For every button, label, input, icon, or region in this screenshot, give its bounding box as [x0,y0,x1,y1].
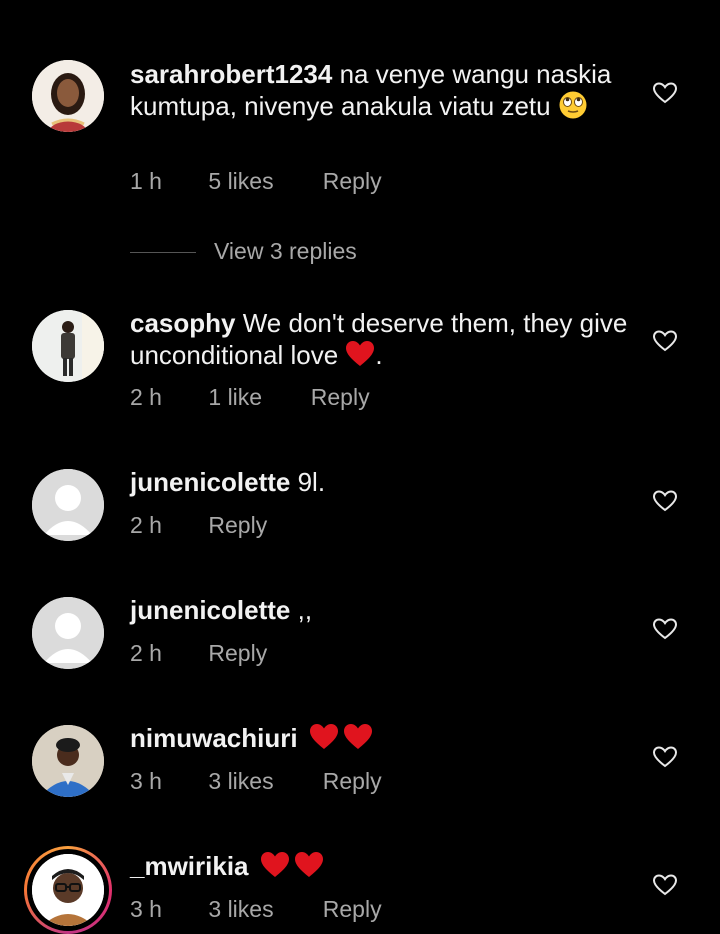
view-replies-label: View 3 replies [214,238,357,264]
eye-roll-emoji-icon [559,91,587,119]
red-heart-emoji-icon [294,852,323,877]
like-heart-icon[interactable] [652,872,678,898]
avatar[interactable] [32,310,104,382]
comment-body: ,, [297,595,313,625]
comment-time: 2 h [130,640,162,666]
likes-count[interactable]: 5 likes [208,168,316,195]
red-heart-emoji-icon [346,341,375,366]
comment-text: _mwirikia [130,850,630,882]
comment-meta: 2 h 1 like Reply [130,384,370,411]
reply-button[interactable]: Reply [208,640,267,667]
likes-count[interactable]: 3 likes [208,896,316,923]
like-heart-icon[interactable] [652,488,678,514]
username[interactable]: junenicolette [130,467,290,497]
comment-text: nimuwachiuri [130,722,630,754]
comment-meta: 1 h 5 likes Reply [130,168,382,195]
avatar[interactable] [32,597,104,669]
comment-text: junenicolette 9l. [130,466,630,498]
avatar[interactable] [32,854,104,926]
reply-button[interactable]: Reply [323,168,382,195]
avatar[interactable] [32,60,104,132]
like-heart-icon[interactable] [652,80,678,106]
username[interactable]: junenicolette [130,595,290,625]
like-heart-icon[interactable] [652,744,678,770]
comment-time: 2 h [130,512,162,538]
likes-count[interactable]: 1 like [208,384,304,411]
username[interactable]: casophy [130,308,236,338]
comment-meta: 3 h 3 likes Reply [130,896,382,923]
comment-time: 3 h [130,896,162,922]
avatar[interactable] [32,469,104,541]
avatar[interactable] [32,725,104,797]
like-heart-icon[interactable] [652,328,678,354]
username[interactable]: _mwirikia [130,851,249,881]
comment-suffix: . [375,340,383,370]
comment-meta: 2 h Reply [130,640,267,667]
comment-time: 3 h [130,768,162,794]
comment-meta: 2 h Reply [130,512,267,539]
view-replies-button[interactable]: View 3 replies [130,238,357,265]
like-heart-icon[interactable] [652,616,678,642]
comment-text: sarahrobert1234 na venye wangu naskia ku… [130,58,630,122]
reply-button[interactable]: Reply [323,896,382,923]
red-heart-emoji-icon [343,724,372,749]
username[interactable]: sarahrobert1234 [130,59,332,89]
reply-button[interactable]: Reply [323,768,382,795]
divider [130,252,196,254]
comment-body: 9l. [297,467,326,497]
comment-meta: 3 h 3 likes Reply [130,768,382,795]
comment-text: casophy We don't deserve them, they give… [130,307,630,371]
red-heart-emoji-icon [309,724,338,749]
username[interactable]: nimuwachiuri [130,723,298,753]
red-heart-emoji-icon [260,852,289,877]
reply-button[interactable]: Reply [208,512,267,539]
likes-count[interactable]: 3 likes [208,768,316,795]
comment-text: junenicolette ,, [130,594,630,626]
reply-button[interactable]: Reply [311,384,370,411]
comment-time: 2 h [130,384,162,410]
comment-time: 1 h [130,168,162,194]
